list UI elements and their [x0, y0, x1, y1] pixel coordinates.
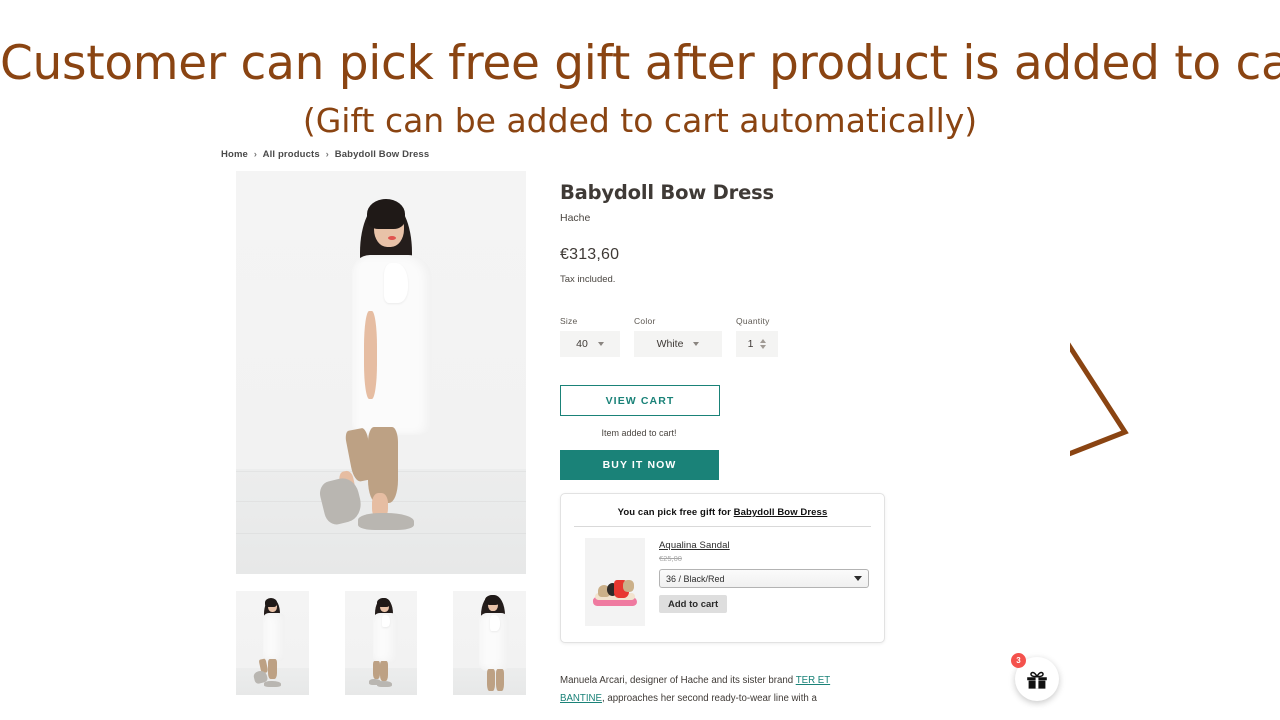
chevron-down-icon [597, 342, 604, 346]
free-gift-item: Aqualina Sandal €25,00 36 / Black/Red Ad… [561, 527, 884, 626]
annotation-subtitle: (Gift can be added to cart automatically… [302, 101, 978, 140]
description-text-after: , approaches her second ready-to-wear li… [602, 693, 817, 704]
thumbnail-2[interactable] [453, 591, 527, 695]
gift-product-name-link[interactable]: Aqualina Sandal [659, 540, 869, 551]
breadcrumb-all-products[interactable]: All products [263, 149, 320, 160]
variant-selectors: Size 40 Color White Quantity 1 [560, 316, 890, 357]
gift-variant-value: 36 / Black/Red [666, 573, 725, 584]
quantity-group: Quantity 1 [736, 316, 778, 357]
product-main-image[interactable] [236, 171, 526, 574]
stepper-down-icon[interactable] [760, 345, 767, 349]
free-gift-heading-product-link[interactable]: Babydoll Bow Dress [734, 507, 828, 518]
gift-original-price: €25,00 [659, 554, 682, 563]
quantity-stepper[interactable]: 1 [736, 331, 778, 357]
breadcrumb-home[interactable]: Home [221, 149, 248, 160]
model-figure [236, 171, 526, 574]
chevron-down-icon [854, 576, 862, 581]
buy-it-now-button[interactable]: BUY IT NOW [560, 450, 719, 480]
thumbnail-figure [453, 591, 526, 695]
quantity-label: Quantity [736, 316, 770, 326]
color-selector-group: Color White [634, 316, 722, 357]
thumbnail-strip [236, 591, 527, 695]
thumbnail-figure [345, 591, 418, 695]
product-description: Manuela Arcari, designer of Hache and it… [560, 672, 852, 708]
product-info: Babydoll Bow Dress Hache €313,60 Tax inc… [560, 181, 890, 480]
thumbnail-1[interactable] [344, 591, 418, 695]
floating-gift-widget: 3 [1011, 653, 1063, 705]
free-gift-heading: You can pick free gift for Babydoll Bow … [561, 494, 884, 518]
size-label: Size [560, 316, 578, 326]
annotation-title: Customer can pick free gift after produc… [0, 36, 1280, 91]
breadcrumb: Home › All products › Babydoll Bow Dress [221, 149, 429, 160]
product-vendor: Hache [560, 212, 591, 224]
breadcrumb-separator-1: › [253, 149, 258, 160]
view-cart-button[interactable]: VIEW CART [560, 385, 720, 416]
tax-note: Tax included. [560, 274, 616, 285]
gift-badge-count: 3 [1011, 653, 1026, 668]
free-gift-widget: You can pick free gift for Babydoll Bow … [560, 493, 885, 643]
product-title: Babydoll Bow Dress [560, 181, 774, 204]
description-text-before: Manuela Arcari, designer of Hache and it… [560, 675, 796, 686]
thumbnail-figure [236, 591, 309, 695]
gift-product-details: Aqualina Sandal €25,00 36 / Black/Red Ad… [659, 538, 869, 626]
gift-variant-select[interactable]: 36 / Black/Red [659, 569, 869, 588]
free-gift-heading-prefix: You can pick free gift for [617, 507, 734, 518]
color-select-value: White [656, 338, 684, 350]
annotation-heading-block: Customer can pick free gift after produc… [0, 34, 1280, 144]
color-select[interactable]: White [634, 331, 722, 357]
stepper-arrows-icon[interactable] [760, 339, 767, 349]
gift-product-image[interactable] [585, 538, 645, 626]
size-select[interactable]: 40 [560, 331, 620, 357]
quantity-value: 1 [747, 338, 754, 350]
size-select-value: 40 [576, 338, 588, 350]
thumbnail-0[interactable] [236, 591, 309, 695]
gift-icon [1027, 671, 1047, 689]
gift-add-to-cart-button[interactable]: Add to cart [659, 595, 728, 613]
item-added-message: Item added to cart! [601, 428, 677, 438]
breadcrumb-separator-2: › [325, 149, 329, 160]
product-page: Home › All products › Babydoll Bow Dress [210, 140, 1070, 720]
sandal-illustration [593, 578, 637, 606]
product-gallery [236, 171, 527, 695]
size-selector-group: Size 40 [560, 316, 620, 357]
color-label: Color [634, 316, 656, 326]
breadcrumb-current: Babydoll Bow Dress [334, 149, 430, 160]
stepper-up-icon[interactable] [760, 339, 767, 343]
product-price: €313,60 [560, 246, 620, 263]
chevron-down-icon [693, 342, 700, 346]
